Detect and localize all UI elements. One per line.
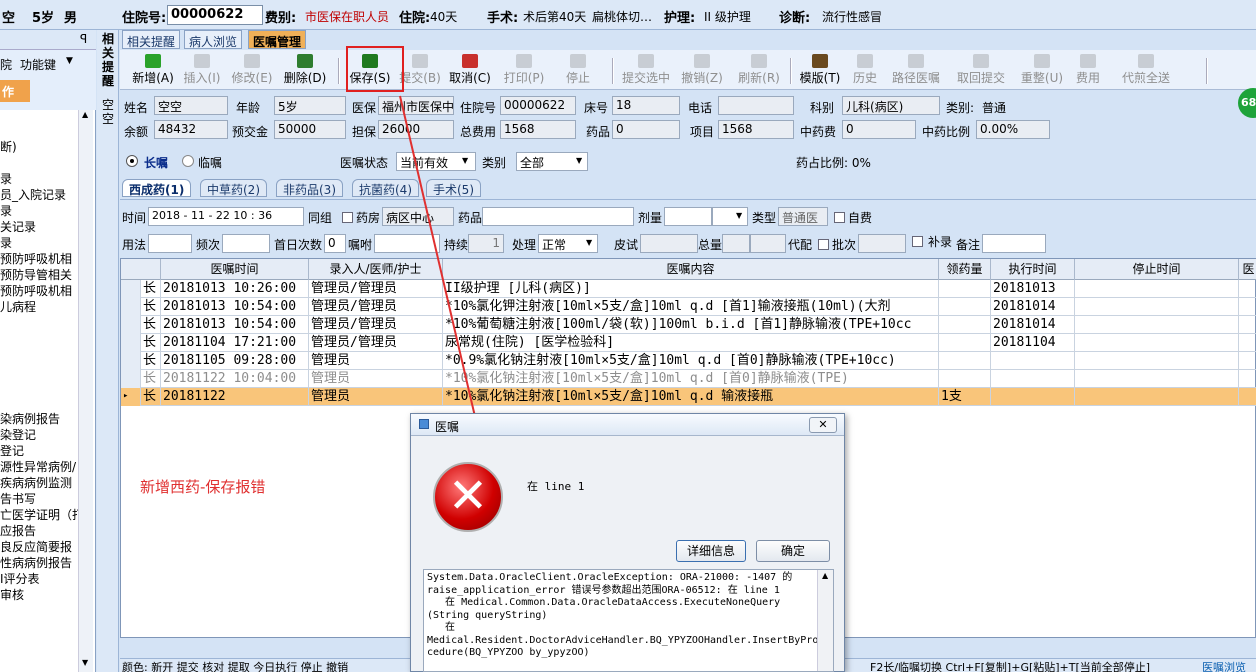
close-button[interactable]: ✕ — [809, 417, 837, 433]
error-icon: ✕ — [433, 462, 503, 532]
close-icon: ✕ — [818, 418, 828, 431]
detail-scrollbar[interactable]: ▲ — [817, 570, 833, 671]
dialog-titlebar: 医嘱 ✕ — [411, 414, 844, 436]
status-order-browse[interactable]: 医嘱浏览 — [1202, 659, 1246, 672]
scroll-up-icon[interactable]: ▲ — [822, 571, 828, 580]
ok-button[interactable]: 确定 — [756, 540, 830, 562]
status-shortcuts: F2长/临嘱切换 Ctrl+F[复制]+G[粘贴]+T[当前全部停止] — [870, 661, 1151, 672]
error-dialog: 医嘱 ✕ ✕ 在 line 1 详细信息 确定 System.Data.Orac… — [410, 413, 845, 672]
dialog-title: 医嘱 — [435, 420, 460, 434]
detail-button[interactable]: 详细信息 — [676, 540, 746, 562]
status-legend: 颜色: 新开 提交 核对 提取 今日执行 停止 撤销 — [122, 661, 349, 672]
error-detail-text[interactable]: System.Data.OracleClient.OracleException… — [423, 569, 834, 672]
dialog-message: 在 line 1 — [527, 480, 585, 493]
app-icon — [419, 419, 429, 429]
